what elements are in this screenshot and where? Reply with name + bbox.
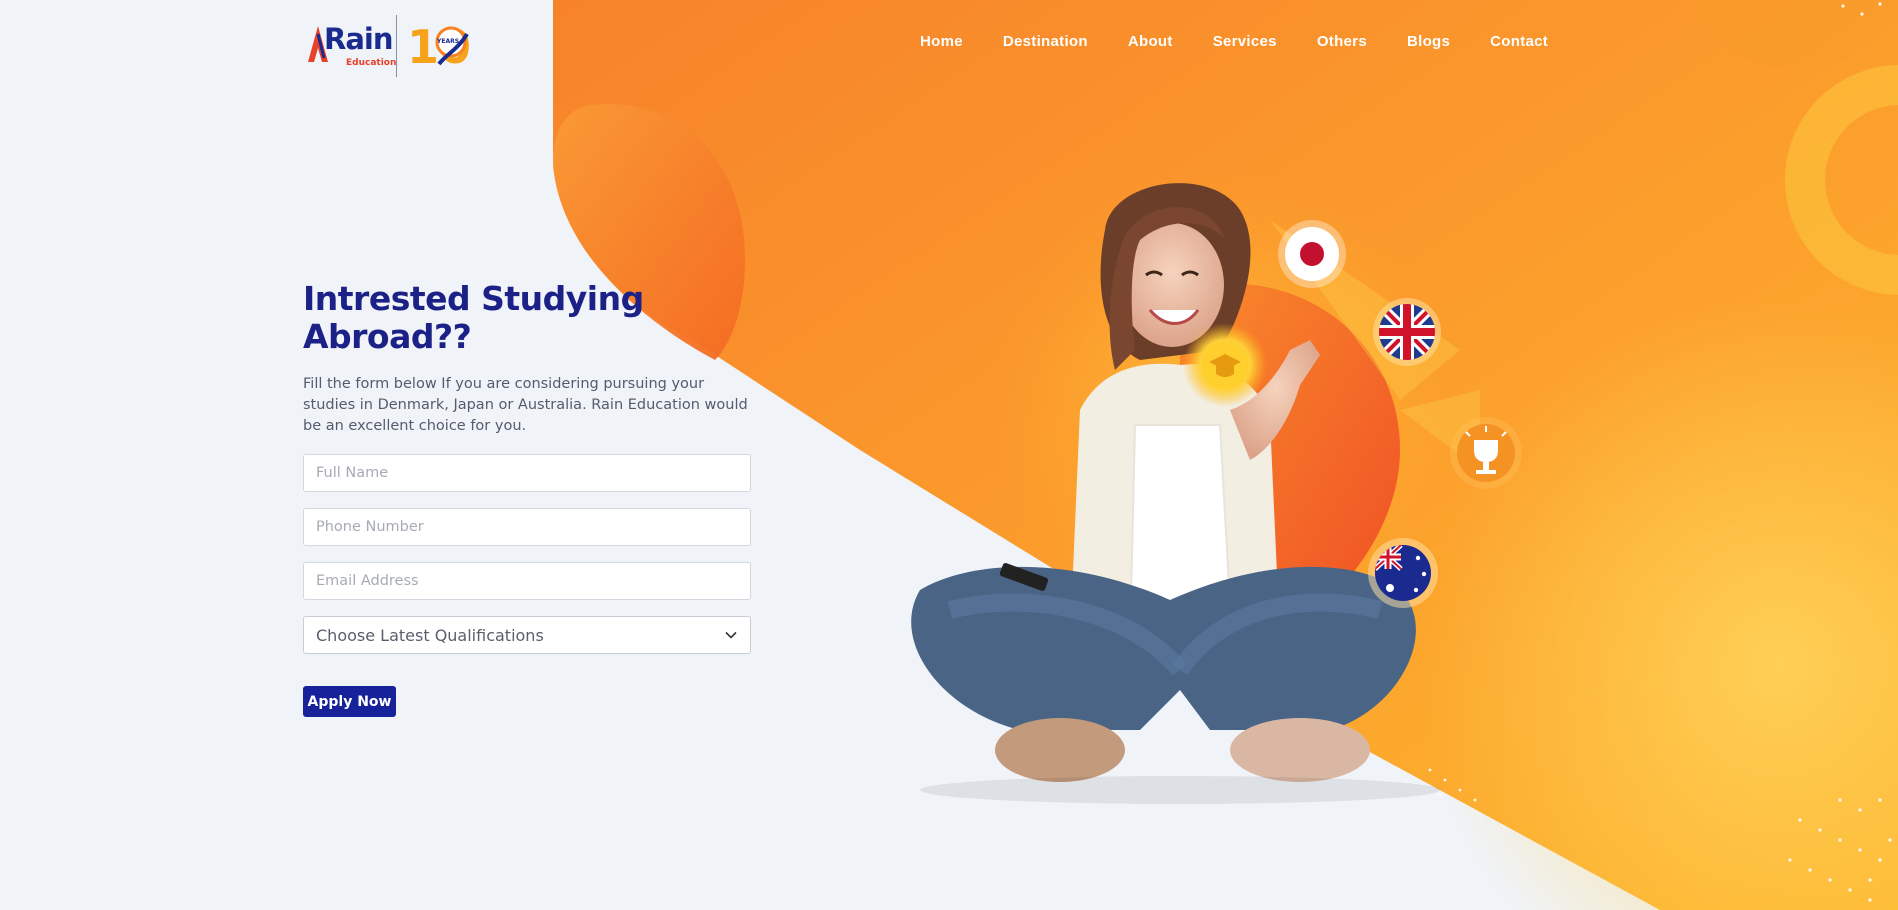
australia-flag-icon [1368,538,1438,608]
chevron-down-icon [725,631,737,639]
nav-contact[interactable]: Contact [1490,33,1548,55]
nav-others[interactable]: Others [1317,33,1367,55]
anniversary-badge: 10 YEARS [407,18,471,74]
logo-wordmark: Rain [324,22,393,56]
qualification-select[interactable]: Choose Latest Qualifications [303,616,751,654]
nav-services[interactable]: Services [1213,33,1277,55]
qualification-select-value: Choose Latest Qualifications [316,625,544,645]
apply-now-button[interactable]: Apply Now [303,686,396,717]
phone-number-input[interactable] [303,508,751,546]
nav-destination[interactable]: Destination [1003,33,1088,55]
nav-home[interactable]: Home [920,33,963,55]
anniversary-swoosh-icon [435,26,469,66]
nav-about[interactable]: About [1128,33,1173,55]
hero-title: Intrested Studying Abroad?? [303,279,644,356]
anniversary-text: YEARS [437,38,460,45]
logo-subtitle: Education [346,58,397,68]
rain-logo-mark: Rain Education [304,18,396,74]
email-address-input[interactable] [303,562,751,600]
graduation-cap-icon [1183,323,1267,407]
nav-blogs[interactable]: Blogs [1407,33,1450,55]
main-nav: Home Destination About Services Others B… [920,33,1588,55]
student-illustration [911,170,1522,804]
brand-logo[interactable]: Rain Education 10 YEARS [304,14,474,78]
trophy-icon [1450,417,1522,489]
uk-flag-icon [1373,298,1441,366]
hero-description: Fill the form below If you are consideri… [303,376,748,434]
full-name-input[interactable] [303,454,751,492]
japan-flag-icon [1278,220,1346,288]
